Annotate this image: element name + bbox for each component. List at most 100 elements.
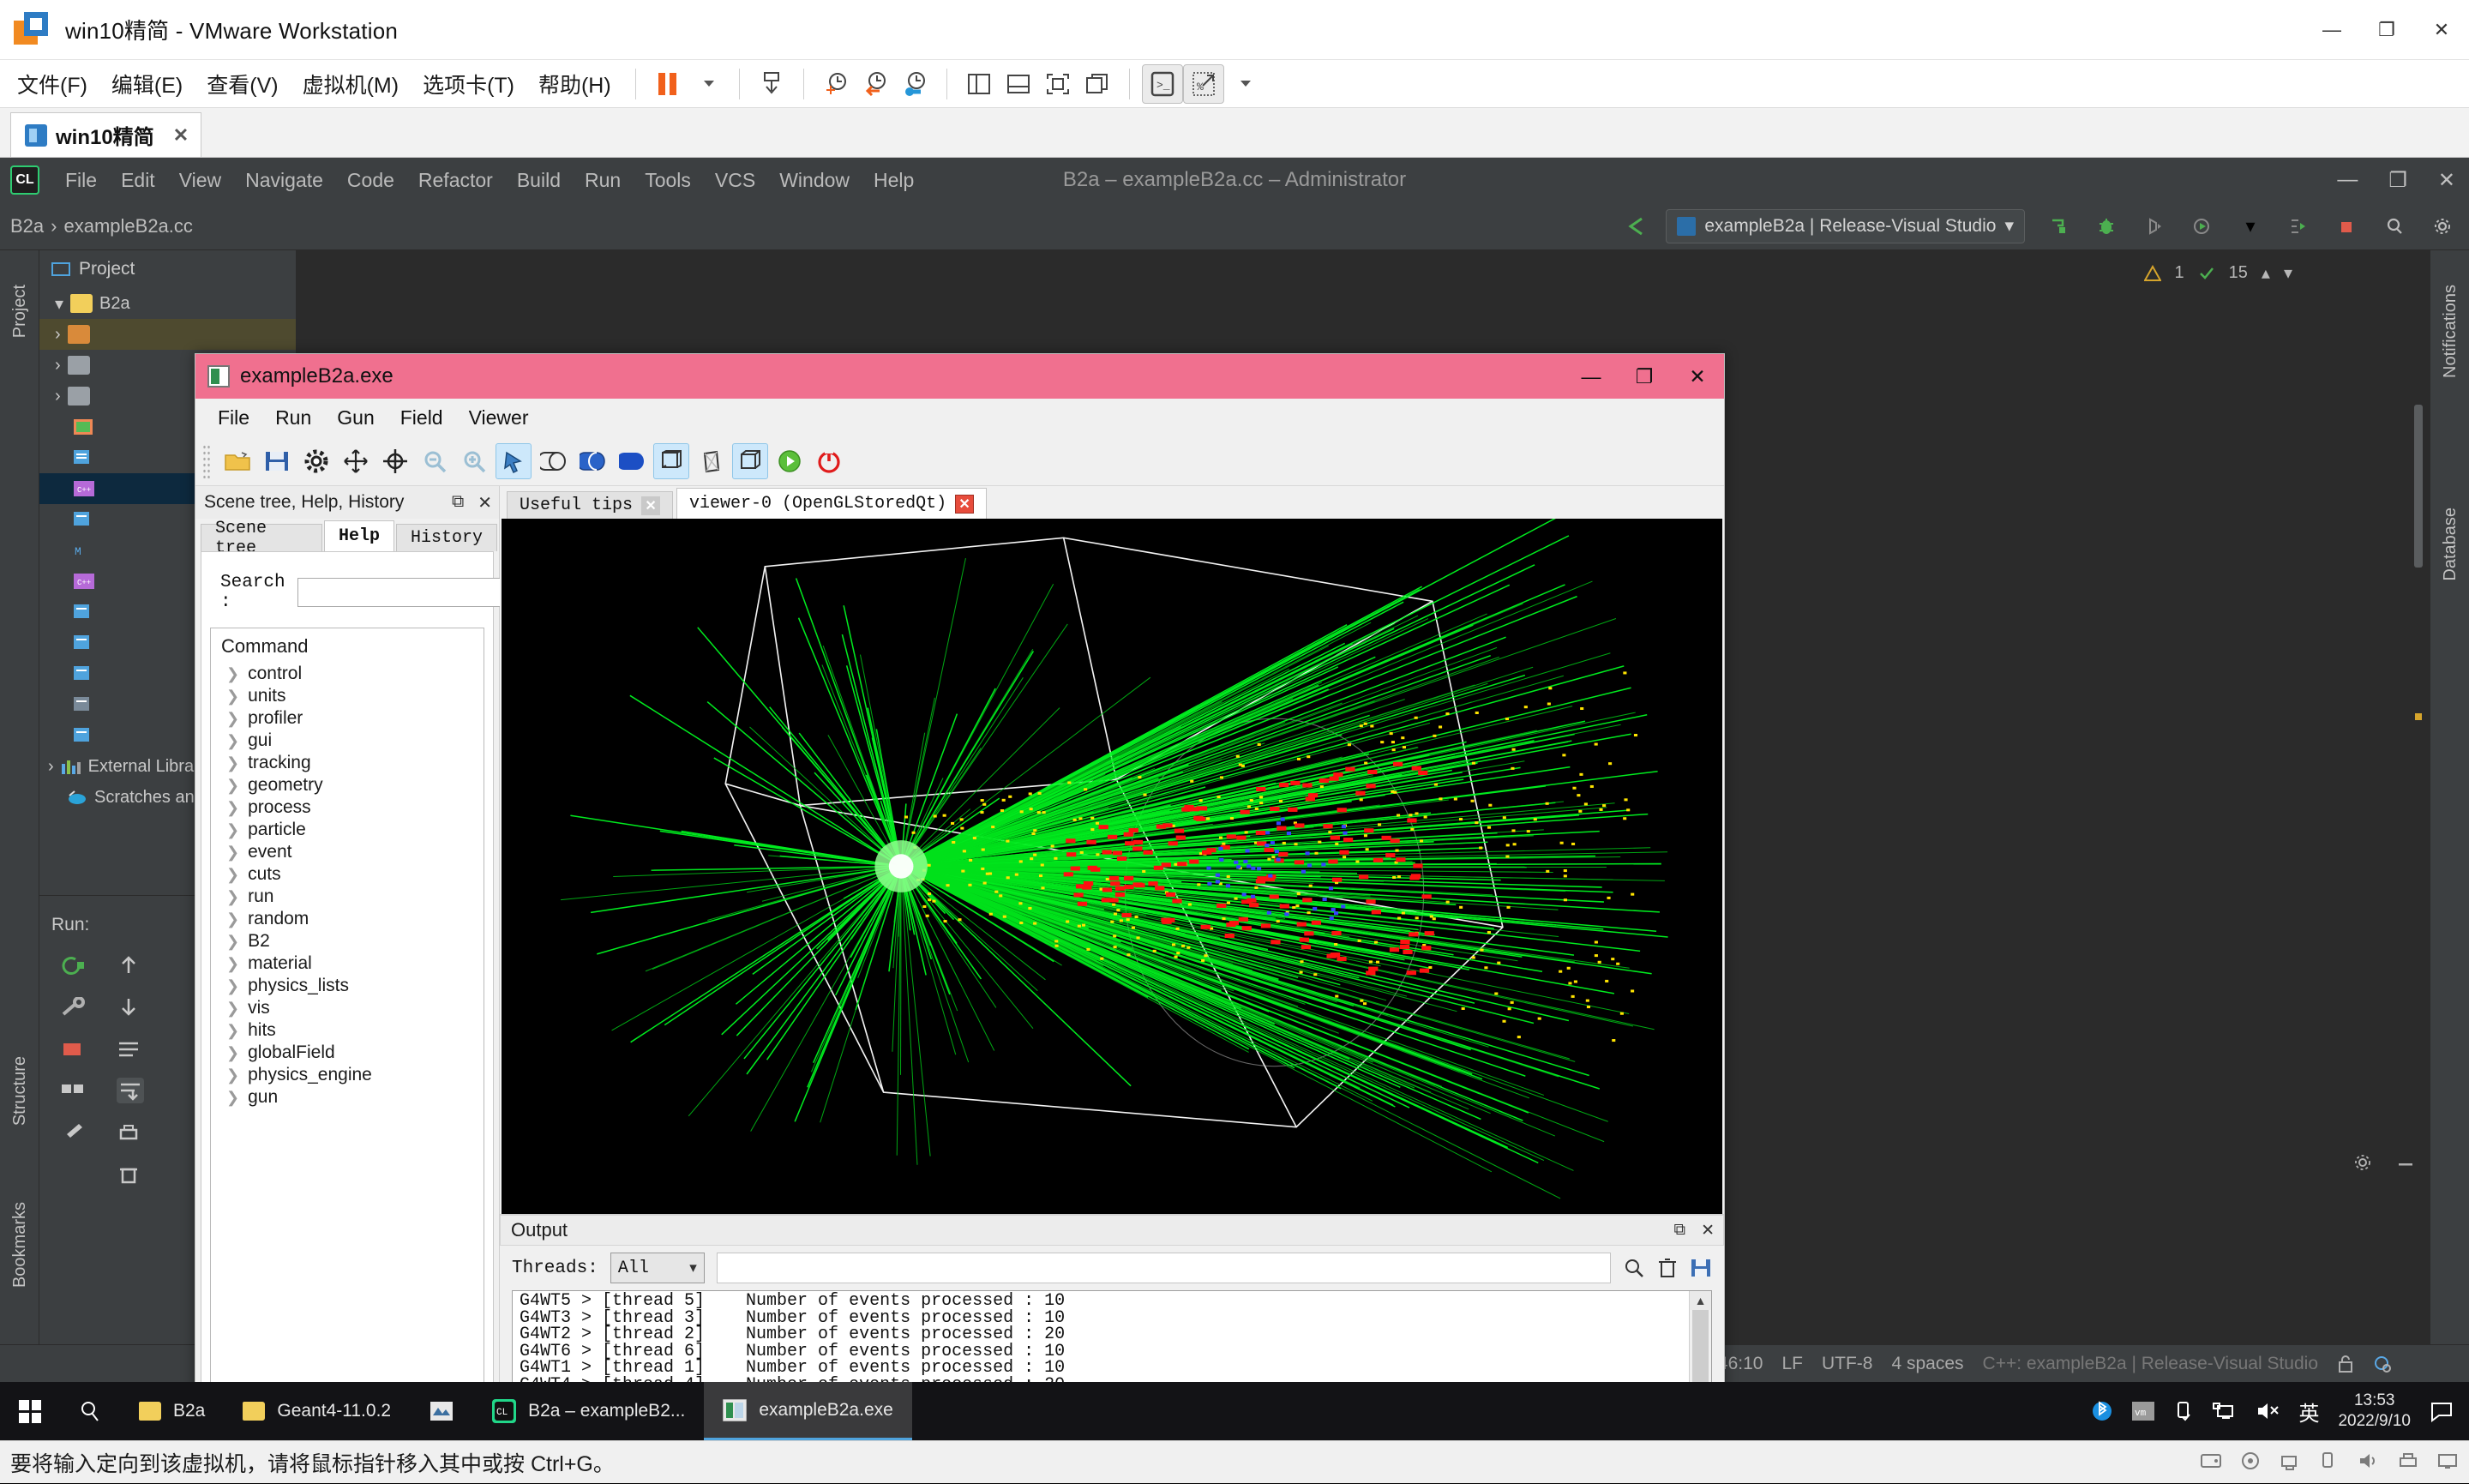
exit-icon[interactable] <box>811 443 847 479</box>
layout-icon[interactable] <box>60 1079 86 1098</box>
clion-menu-help[interactable]: Help <box>863 165 924 195</box>
command-item-material[interactable]: ❯material <box>214 952 480 975</box>
stretch-caret-icon[interactable] <box>1224 64 1264 104</box>
taskbar-item-exampleb2a[interactable]: exampleB2a.exe <box>704 1382 911 1440</box>
editor-warning-marker[interactable] <box>2415 713 2422 720</box>
chevron-right-icon[interactable]: ❯ <box>226 799 239 817</box>
chevron-right-icon[interactable]: ❯ <box>226 688 239 706</box>
search-icon[interactable] <box>1623 1257 1645 1279</box>
attach-icon[interactable] <box>2140 212 2169 241</box>
tab-close-icon[interactable]: ✕ <box>641 496 660 515</box>
dropdown-caret-icon[interactable] <box>688 64 727 104</box>
vmware-menu-view[interactable]: 查看(V) <box>195 63 290 105</box>
tab-close-icon[interactable]: ✕ <box>955 495 974 514</box>
cd-drive-icon[interactable] <box>2239 1451 2263 1475</box>
run-with-coverage-icon[interactable] <box>2188 212 2217 241</box>
arrow-up-icon[interactable] <box>117 954 144 976</box>
tab-scene-tree[interactable]: Scene tree <box>201 524 322 551</box>
hard-disk-icon[interactable] <box>2200 1451 2224 1475</box>
split-view-icon[interactable] <box>959 64 999 104</box>
command-item-physics-engine[interactable]: ❯physics_engine <box>214 1064 480 1086</box>
clion-menu-vcs[interactable]: VCS <box>705 165 766 195</box>
minimize-tool-icon[interactable] <box>2395 1152 2416 1173</box>
command-item-random[interactable]: ❯random <box>214 908 480 930</box>
vmware-maximize-button[interactable]: ❐ <box>2359 0 2414 60</box>
console-icon[interactable]: >_ <box>1142 64 1183 104</box>
sidebar-item-structure[interactable]: Structure <box>10 1056 30 1126</box>
clion-menu-view[interactable]: View <box>169 165 231 195</box>
clion-maximize-button[interactable]: ❐ <box>2388 168 2407 193</box>
taskbar-item-geant4[interactable]: Geant4-11.0.2 <box>224 1382 410 1440</box>
command-item-physics-lists[interactable]: ❯physics_lists <box>214 975 480 997</box>
arrow-down-icon[interactable] <box>117 995 144 1018</box>
vm-tab-close-icon[interactable]: ✕ <box>173 124 189 147</box>
run-configuration-selector[interactable]: exampleB2a | Release-Visual Studio ▾ <box>1666 209 2025 243</box>
sidebar-item-database[interactable]: Database <box>2441 508 2460 581</box>
rotate-icon[interactable] <box>377 443 413 479</box>
volume-muted-icon[interactable] <box>2256 1401 2280 1421</box>
command-item-units[interactable]: ❯units <box>214 685 480 707</box>
chevron-right-icon[interactable]: › <box>48 757 54 777</box>
command-item-b2[interactable]: ❯B2 <box>214 930 480 952</box>
unity-view-icon[interactable] <box>1078 64 1117 104</box>
tab-help[interactable]: Help <box>324 520 394 551</box>
taskbar-item-clion[interactable]: CL B2a – exampleB2... <box>473 1382 704 1440</box>
usb-icon[interactable] <box>2173 1400 2194 1422</box>
stop-icon[interactable] <box>60 1040 86 1059</box>
printer-icon[interactable] <box>2397 1451 2421 1475</box>
tab-history[interactable]: History <box>396 524 497 551</box>
vmware-menu-file[interactable]: 文件(F) <box>5 63 99 105</box>
scroll-to-end-icon[interactable] <box>117 1078 144 1103</box>
clion-menu-window[interactable]: Window <box>769 165 860 195</box>
chevron-right-icon[interactable]: ❯ <box>226 1089 239 1107</box>
vmware-menu-help[interactable]: 帮助(H) <box>526 63 623 105</box>
command-item-process[interactable]: ❯process <box>214 796 480 819</box>
snapshot-icon[interactable] <box>752 64 791 104</box>
command-item-tracking[interactable]: ❯tracking <box>214 752 480 774</box>
usb-device-icon[interactable] <box>2318 1451 2342 1475</box>
settings-icon[interactable] <box>298 443 334 479</box>
command-item-gun[interactable]: ❯gun <box>214 1086 480 1108</box>
tree-item-cmake-build[interactable]: › <box>39 319 296 350</box>
lock-icon[interactable] <box>2337 1355 2354 1373</box>
chevron-down-icon[interactable]: ▾ <box>55 293 63 315</box>
settings-icon[interactable] <box>2428 212 2457 241</box>
clion-menu-build[interactable]: Build <box>507 165 571 195</box>
chevron-right-icon[interactable]: ❯ <box>226 710 239 728</box>
command-item-geometry[interactable]: ❯geometry <box>214 774 480 796</box>
clion-menu-tools[interactable]: Tools <box>634 165 701 195</box>
wireframe-icon[interactable] <box>535 443 571 479</box>
chevron-right-icon[interactable]: › <box>55 325 61 345</box>
command-item-gui[interactable]: ❯gui <box>214 730 480 752</box>
file-encoding[interactable]: UTF-8 <box>1822 1354 1873 1374</box>
display-icon[interactable] <box>2436 1451 2460 1475</box>
take-snapshot-icon[interactable] <box>816 64 856 104</box>
vm-guest-viewport[interactable]: CL File Edit View Navigate Code Refactor… <box>0 158 2469 1440</box>
profile-icon[interactable] <box>2284 212 2313 241</box>
chevron-right-icon[interactable]: ❯ <box>226 732 239 750</box>
command-item-globalfield[interactable]: ❯globalField <box>214 1042 480 1064</box>
opengl-viewer-canvas[interactable] <box>502 519 1722 1214</box>
clion-menu-code[interactable]: Code <box>337 165 405 195</box>
taskbar-item-app[interactable] <box>410 1382 473 1440</box>
notification-icon[interactable] <box>2430 1400 2454 1422</box>
command-item-event[interactable]: ❯event <box>214 841 480 863</box>
pause-icon[interactable] <box>648 64 688 104</box>
rerun-icon[interactable] <box>60 954 86 976</box>
chevron-right-icon[interactable]: ❯ <box>226 1066 239 1084</box>
breadcrumb-file[interactable]: exampleB2a.cc <box>63 215 192 237</box>
chevron-down-icon[interactable]: ▾ <box>689 1259 697 1277</box>
clion-minimize-button[interactable]: — <box>2337 168 2358 192</box>
clion-close-button[interactable]: ✕ <box>2438 168 2455 193</box>
tab-useful-tips[interactable]: Useful tips ✕ <box>507 491 673 519</box>
clear-icon[interactable] <box>1657 1257 1678 1279</box>
sound-card-icon[interactable] <box>2358 1451 2382 1475</box>
chevron-right-icon[interactable]: ❯ <box>226 821 239 839</box>
save-icon[interactable] <box>259 443 295 479</box>
sidebar-item-notifications[interactable]: Notifications <box>2441 285 2460 378</box>
close-icon[interactable]: ✕ <box>478 492 492 514</box>
command-tree[interactable]: Command ❯control ❯units ❯profiler ❯gui ❯… <box>210 628 484 1440</box>
command-item-profiler[interactable]: ❯profiler <box>214 707 480 730</box>
sidebar-item-project[interactable]: Project <box>10 285 30 338</box>
threads-select[interactable]: All ▾ <box>610 1253 705 1283</box>
